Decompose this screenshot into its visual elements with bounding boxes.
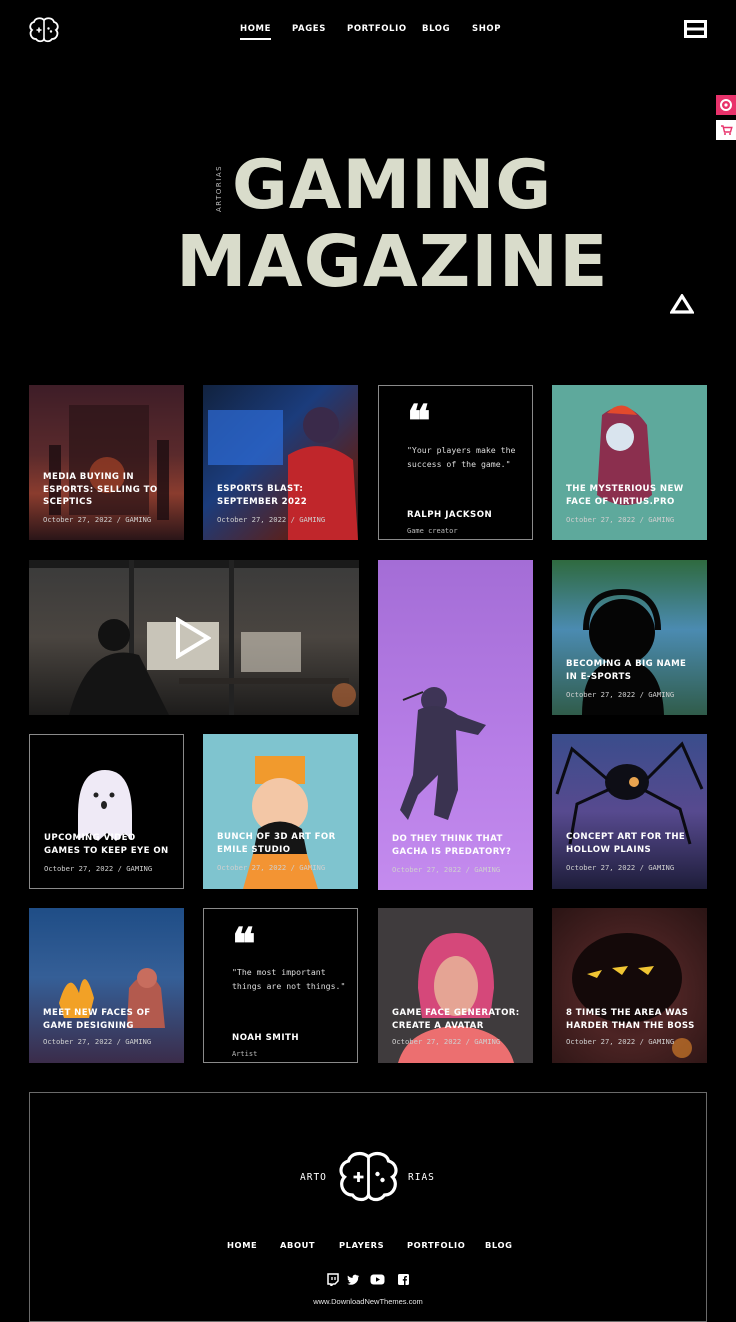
post-meta: October 27, 2022 / GAMING	[392, 1037, 501, 1046]
post-meta: October 27, 2022 / GAMING	[566, 515, 675, 524]
quote-icon: ❝	[407, 396, 431, 447]
footer-brand-right: RIAS	[408, 1172, 435, 1183]
post-card[interactable]: 8 TIMES THE AREA WAS HARDER THAN THE BOS…	[552, 908, 707, 1063]
video-card[interactable]	[29, 560, 359, 715]
post-card[interactable]: UPCOMING VIDEO GAMES TO KEEP EYE ON Octo…	[29, 734, 184, 889]
menu-icon[interactable]	[684, 20, 707, 38]
post-card[interactable]: THE MYSTERIOUS NEW FACE OF VIRTUS.PRO Oc…	[552, 385, 707, 540]
post-meta: October 27, 2022 / GAMING	[44, 864, 153, 873]
post-title[interactable]: GAME FACE GENERATOR: CREATE A AVATAR	[392, 1007, 522, 1032]
demo-switch-button[interactable]	[716, 95, 736, 115]
cart-button[interactable]	[716, 120, 736, 140]
post-card[interactable]: MEDIA BUYING IN ESPORTS: SELLING TO SCEP…	[29, 385, 184, 540]
quote-icon: ❝	[232, 919, 256, 970]
post-card[interactable]: BECOMING A BIG NAME IN E-SPORTS October …	[552, 560, 707, 715]
post-title[interactable]: BUNCH OF 3D ART FOR EMILE STUDIO	[217, 831, 347, 856]
main-nav: HOME PAGES PORTFOLIO BLOG SHOP	[0, 24, 736, 40]
post-meta: October 27, 2022 / GAMING	[566, 1037, 675, 1046]
youtube-icon[interactable]	[370, 1273, 385, 1286]
post-card[interactable]: GAME FACE GENERATOR: CREATE A AVATAR Oct…	[378, 908, 533, 1063]
footer-nav-portfolio[interactable]: PORTFOLIO	[407, 1240, 465, 1250]
post-title[interactable]: DO THEY THINK THAT GACHA IS PREDATORY?	[392, 833, 522, 858]
post-card[interactable]: BUNCH OF 3D ART FOR EMILE STUDIO October…	[203, 734, 358, 889]
quote-author: RALPH JACKSON	[407, 510, 493, 520]
watermark-text: www.DownloadNewThemes.com	[313, 1297, 423, 1306]
hero-title-line2: MAGAZINE	[176, 220, 609, 303]
post-card[interactable]: DO THEY THINK THAT GACHA IS PREDATORY? O…	[378, 560, 533, 890]
post-card[interactable]: ESPORTS BLAST: SEPTEMBER 2022 October 27…	[203, 385, 358, 540]
nav-pages[interactable]: PAGES	[292, 24, 326, 34]
footer-nav-players[interactable]: PLAYERS	[339, 1240, 384, 1250]
footer-brand-left: ARTO	[300, 1172, 327, 1183]
quote-author: NOAH SMITH	[232, 1033, 300, 1043]
post-meta: October 27, 2022 / GAMING	[217, 863, 326, 872]
post-title[interactable]: ESPORTS BLAST: SEPTEMBER 2022	[217, 483, 347, 508]
post-title[interactable]: UPCOMING VIDEO GAMES TO KEEP EYE ON	[44, 832, 174, 857]
play-icon[interactable]	[175, 617, 211, 659]
twitch-icon[interactable]	[326, 1273, 339, 1286]
post-title[interactable]: MEDIA BUYING IN ESPORTS: SELLING TO SCEP…	[43, 471, 173, 509]
footer	[29, 1092, 707, 1322]
quote-text: "Your players make the success of the ga…	[407, 445, 516, 469]
post-meta: October 27, 2022 / GAMING	[566, 863, 675, 872]
circle-icon	[720, 99, 732, 111]
quote-role: Game creator	[407, 527, 458, 535]
post-meta: October 27, 2022 / GAMING	[43, 1037, 152, 1046]
nav-home[interactable]: HOME	[240, 24, 272, 40]
quote-card: ❝ "The most important things are not thi…	[203, 908, 358, 1063]
post-title[interactable]: CONCEPT ART FOR THE HOLLOW PLAINS	[566, 831, 696, 856]
post-title[interactable]: BECOMING A BIG NAME IN E-SPORTS	[566, 658, 696, 683]
facebook-icon[interactable]	[397, 1273, 410, 1286]
scroll-up-triangle-icon[interactable]	[670, 294, 694, 314]
twitter-icon[interactable]	[347, 1273, 360, 1286]
cart-icon	[721, 125, 733, 135]
footer-nav-home[interactable]: HOME	[227, 1240, 257, 1250]
quote-role: Artist	[232, 1050, 258, 1058]
post-meta: October 27, 2022 / GAMING	[392, 865, 501, 874]
footer-nav-blog[interactable]: BLOG	[485, 1240, 513, 1250]
footer-nav-about[interactable]: ABOUT	[280, 1240, 315, 1250]
post-meta: October 27, 2022 / GAMING	[43, 515, 152, 524]
nav-blog[interactable]: BLOG	[422, 24, 450, 34]
nav-shop[interactable]: SHOP	[472, 24, 501, 34]
brain-gamepad-logo-icon[interactable]	[337, 1151, 400, 1203]
quote-card: ❝ "Your players make the success of the …	[378, 385, 533, 540]
post-meta: October 27, 2022 / GAMING	[217, 515, 326, 524]
hero-title-line1: GAMING	[232, 146, 553, 225]
post-title[interactable]: 8 TIMES THE AREA WAS HARDER THAN THE BOS…	[566, 1007, 696, 1032]
quote-text: "The most important things are not thing…	[232, 967, 346, 991]
post-card[interactable]: CONCEPT ART FOR THE HOLLOW PLAINS Octobe…	[552, 734, 707, 889]
nav-portfolio[interactable]: PORTFOLIO	[347, 24, 407, 34]
post-title[interactable]: THE MYSTERIOUS NEW FACE OF VIRTUS.PRO	[566, 483, 696, 508]
post-card[interactable]: MEET NEW FACES OF GAME DESIGNING October…	[29, 908, 184, 1063]
post-meta: October 27, 2022 / GAMING	[566, 690, 675, 699]
post-title[interactable]: MEET NEW FACES OF GAME DESIGNING	[43, 1007, 173, 1032]
